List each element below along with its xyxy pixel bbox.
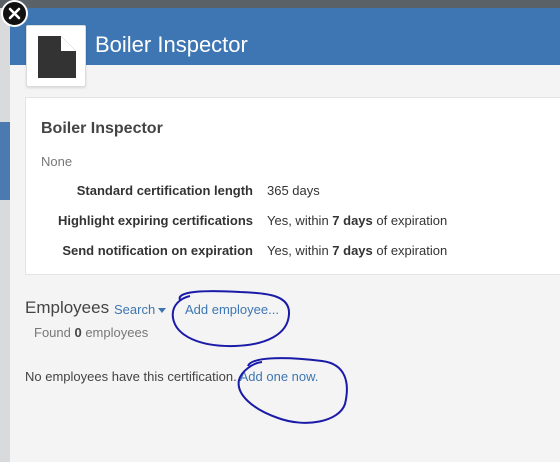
detail-row: Send notification on expiration Yes, wit… xyxy=(26,243,560,263)
certification-name: Boiler Inspector xyxy=(41,120,163,137)
detail-label: Highlight expiring certifications xyxy=(57,213,253,228)
modal-header: Boiler Inspector xyxy=(10,8,560,65)
detail-value: Yes, within 7 days of expiration xyxy=(267,213,448,228)
close-button[interactable] xyxy=(1,0,28,27)
certification-description: None xyxy=(41,154,73,169)
document-icon xyxy=(26,25,86,87)
empty-state-message: No employees have this certification. Ad… xyxy=(25,369,319,384)
certification-modal: Boiler Inspector Boiler Inspector None S… xyxy=(10,8,560,462)
backdrop-panel xyxy=(0,122,10,200)
employees-heading: Employees xyxy=(25,298,110,317)
detail-label: Send notification on expiration xyxy=(62,243,253,258)
employee-count: Found 0 employees xyxy=(34,325,149,340)
add-employee-link[interactable]: Add employee... xyxy=(185,302,279,317)
detail-label: Standard certification length xyxy=(76,183,253,198)
certification-details-card: Boiler Inspector None Standard certifica… xyxy=(25,97,560,275)
detail-value: 365 days xyxy=(267,183,320,198)
detail-row: Standard certification length 365 days xyxy=(26,183,560,203)
close-icon xyxy=(8,7,21,20)
add-one-now-link[interactable]: Add one now. xyxy=(240,369,319,384)
modal-title: Boiler Inspector xyxy=(95,32,248,57)
detail-value: Yes, within 7 days of expiration xyxy=(267,243,448,258)
caret-down-icon xyxy=(158,308,167,314)
detail-row: Highlight expiring certifications Yes, w… xyxy=(26,213,560,233)
backdrop-bar xyxy=(0,0,560,8)
search-dropdown[interactable]: Search xyxy=(114,302,167,317)
